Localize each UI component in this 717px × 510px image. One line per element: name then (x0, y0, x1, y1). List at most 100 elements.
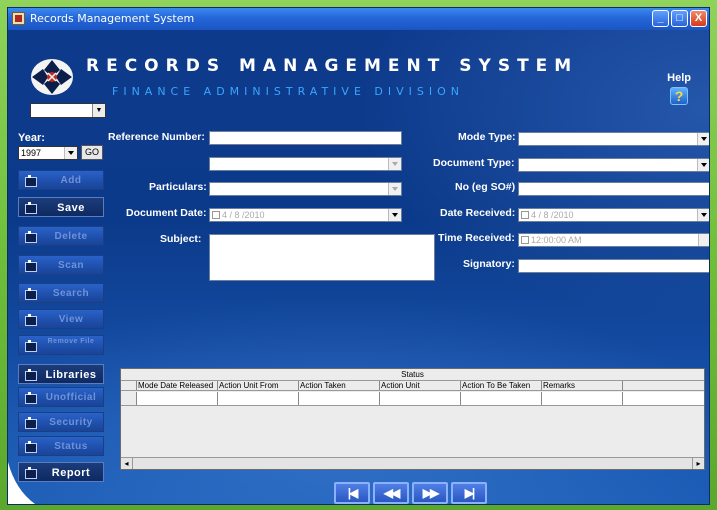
scroll-left-icon[interactable]: ◂ (121, 458, 133, 469)
date-received-checkbox[interactable] (521, 211, 529, 219)
search-button[interactable]: Search (18, 283, 104, 303)
column-header[interactable]: Remarks (542, 381, 623, 390)
client-area: ▼ RECORDS MANAGEMENT SYSTEM FINANCE ADMI… (8, 30, 709, 504)
save-button[interactable]: Save (18, 197, 104, 217)
year-label: Year: (18, 132, 45, 144)
signatory-input[interactable] (518, 259, 709, 273)
folder-icon (25, 175, 38, 187)
delete-button[interactable]: Delete (18, 226, 104, 246)
add-button[interactable]: Add (18, 170, 104, 190)
date-received-value: 4 / 8 /2010 (531, 210, 574, 220)
status-grid-caption: Status (401, 370, 424, 379)
document-type-label: Document Type: (433, 157, 515, 169)
table-cell[interactable] (542, 392, 623, 405)
row-header-corner (121, 381, 137, 390)
chevron-down-icon: ▼ (92, 104, 105, 117)
minimize-button[interactable]: _ (652, 10, 669, 27)
column-header[interactable]: Action Taken (299, 381, 380, 390)
libraries-button-label: Libraries (45, 369, 97, 381)
document-date-label: Document Date: (126, 207, 207, 219)
document-date-picker[interactable]: 4 / 8 /2010 (209, 208, 402, 222)
folder-icon (25, 288, 38, 300)
folder-icon (25, 202, 38, 214)
reference-number-input[interactable] (209, 131, 402, 145)
folder-icon (25, 441, 38, 453)
scan-button[interactable]: Scan (18, 255, 104, 275)
folder-icon (25, 417, 38, 429)
last-record-button[interactable]: ▶| (451, 482, 487, 504)
column-header[interactable]: Action Unit (380, 381, 461, 390)
spinner-icon[interactable] (698, 234, 709, 246)
reference-number-label: Reference Number: (108, 131, 205, 143)
reference-type-select[interactable] (209, 157, 402, 171)
unofficial-button-label: Unofficial (45, 392, 97, 403)
previous-record-button[interactable]: ◀◀ (373, 482, 409, 504)
subject-label: Subject: (160, 233, 202, 245)
mode-type-select[interactable] (518, 132, 709, 146)
libraries-button[interactable]: Libraries (18, 364, 104, 384)
help-button[interactable]: Help ? (667, 72, 691, 105)
time-received-picker[interactable]: 12:00:00 AM (518, 233, 709, 247)
first-record-button[interactable]: |◀ (334, 482, 370, 504)
unofficial-button[interactable]: Unofficial (18, 387, 104, 407)
app-heading: RECORDS MANAGEMENT SYSTEM (86, 56, 579, 76)
app-icon (12, 12, 25, 25)
mode-type-label: Mode Type: (458, 131, 516, 143)
table-cell[interactable] (461, 392, 542, 405)
date-received-picker[interactable]: 4 / 8 /2010 (518, 208, 709, 222)
status-button[interactable]: Status (18, 436, 104, 456)
folder-icon (25, 314, 38, 326)
table-row[interactable] (121, 392, 704, 406)
record-navigator: |◀ ◀◀ ▶▶ ▶| (334, 482, 490, 504)
folder-icon (25, 260, 38, 272)
scroll-right-icon[interactable]: ▸ (692, 458, 704, 469)
year-select[interactable]: 1997 (18, 146, 78, 160)
remove-file-button-label: Remove File (47, 338, 95, 345)
chevron-down-icon (64, 147, 77, 159)
chevron-down-icon (697, 209, 709, 221)
column-header[interactable]: Action Unit From (218, 381, 299, 390)
document-type-select[interactable] (518, 158, 709, 172)
table-cell[interactable] (380, 392, 461, 405)
scan-button-label: Scan (58, 260, 84, 271)
security-button-label: Security (49, 417, 93, 428)
title-bar[interactable]: Records Management System _ □ X (8, 8, 709, 30)
maximize-button[interactable]: □ (671, 10, 688, 27)
time-received-checkbox[interactable] (521, 236, 529, 244)
remove-file-button[interactable]: Remove File (18, 335, 104, 355)
date-received-label: Date Received: (440, 207, 516, 219)
column-header[interactable]: Action To Be Taken (461, 381, 542, 390)
particulars-select[interactable] (209, 182, 402, 196)
status-grid-header: Mode Date Released Action Unit From Acti… (121, 380, 704, 391)
search-button-label: Search (52, 288, 90, 299)
help-icon: ? (670, 87, 689, 105)
table-cell[interactable] (299, 392, 380, 405)
horizontal-scrollbar[interactable]: ◂ ▸ (121, 457, 704, 469)
status-button-label: Status (54, 441, 88, 452)
chevron-down-icon (388, 209, 401, 221)
report-button-label: Report (51, 467, 91, 479)
save-button-label: Save (57, 202, 85, 214)
view-button[interactable]: View (18, 309, 104, 329)
logo-dropdown[interactable]: ▼ (30, 103, 106, 118)
column-header[interactable]: Mode Date Released (137, 381, 218, 390)
go-button[interactable]: GO (81, 145, 103, 160)
next-record-button[interactable]: ▶▶ (412, 482, 448, 504)
help-label: Help (667, 72, 691, 84)
window-title: Records Management System (30, 12, 195, 25)
time-received-label: Time Received: (438, 232, 515, 244)
folder-icon (25, 231, 38, 243)
subject-textarea[interactable] (209, 234, 435, 281)
view-button-label: View (58, 314, 84, 325)
table-cell[interactable] (218, 392, 299, 405)
document-date-checkbox[interactable] (212, 211, 220, 219)
row-header[interactable] (121, 392, 137, 405)
folder-icon (25, 392, 38, 404)
folder-icon (25, 369, 38, 381)
security-button[interactable]: Security (18, 412, 104, 432)
close-button[interactable]: X (690, 10, 707, 27)
main-window: Records Management System _ □ X ▼ RECORD… (7, 7, 710, 505)
no-input[interactable] (518, 182, 709, 196)
status-grid[interactable]: Status Mode Date Released Action Unit Fr… (120, 368, 705, 470)
table-cell[interactable] (137, 392, 218, 405)
